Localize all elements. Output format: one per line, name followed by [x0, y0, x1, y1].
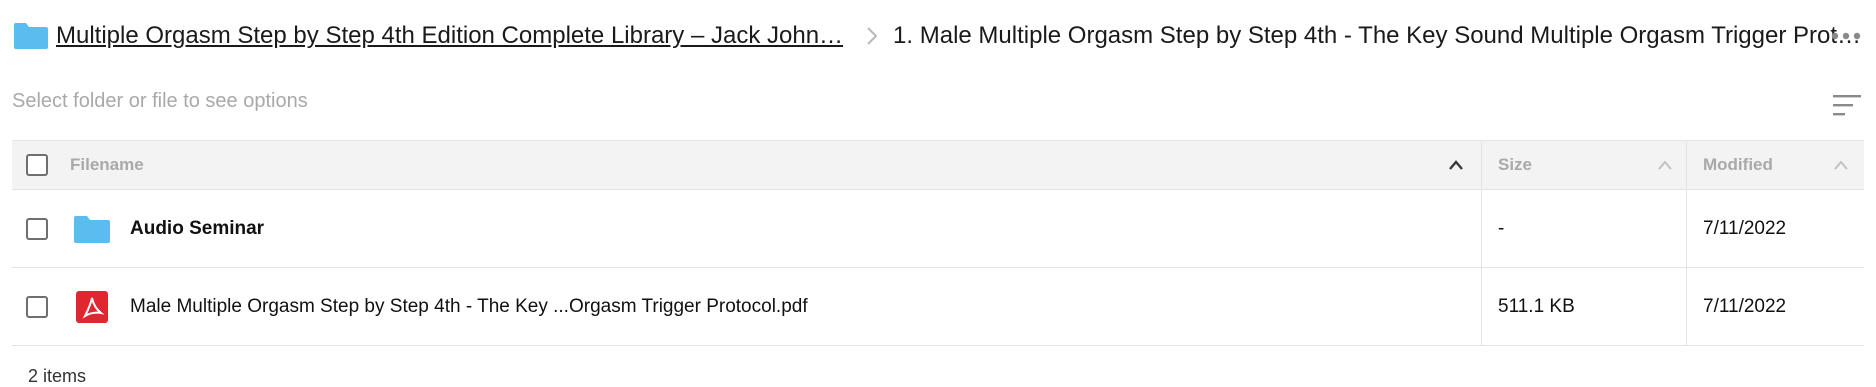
sort-button[interactable] — [1831, 92, 1863, 118]
selection-hint: Select folder or file to see options — [12, 90, 308, 112]
column-header-size[interactable]: Size — [1482, 141, 1687, 189]
row-size: 511.1 KB — [1498, 295, 1575, 317]
folder-icon — [72, 211, 112, 247]
row-filename[interactable]: Male Multiple Orgasm Step by Step 4th - … — [130, 296, 808, 318]
chevron-right-icon — [865, 25, 879, 47]
select-all-checkbox[interactable] — [26, 154, 48, 176]
breadcrumb-root-link[interactable]: Multiple Orgasm Step by Step 4th Edition… — [12, 21, 843, 51]
more-horizontal-icon — [1831, 32, 1861, 40]
sort-lines-icon — [1833, 95, 1861, 116]
pdf-icon — [72, 289, 112, 325]
breadcrumb-current: 1. Male Multiple Orgasm Step by Step 4th… — [893, 22, 1862, 49]
column-header-filename[interactable]: Filename — [62, 141, 1482, 189]
column-label-modified: Modified — [1703, 155, 1773, 174]
table-header: Filename Size Modified — [12, 140, 1864, 190]
table-row[interactable]: Male Multiple Orgasm Step by Step 4th - … — [12, 268, 1864, 346]
table-row[interactable]: Audio Seminar - 7/11/2022 — [12, 190, 1864, 268]
more-options-button[interactable] — [1828, 22, 1864, 50]
column-label-size: Size — [1498, 155, 1533, 174]
chevron-up-icon[interactable] — [1832, 157, 1850, 173]
row-modified: 7/11/2022 — [1703, 217, 1787, 239]
row-filename[interactable]: Audio Seminar — [130, 218, 264, 240]
folder-icon — [14, 23, 48, 49]
column-label-filename: Filename — [70, 155, 144, 174]
chevron-up-icon[interactable] — [1656, 157, 1674, 173]
file-table: Filename Size Modified Audio Seminar - 7… — [12, 140, 1864, 346]
column-header-modified[interactable]: Modified — [1687, 141, 1864, 189]
chevron-up-icon[interactable] — [1447, 157, 1465, 173]
row-checkbox[interactable] — [26, 217, 48, 240]
row-modified: 7/11/2022 — [1703, 295, 1787, 317]
row-size: - — [1498, 217, 1505, 239]
row-checkbox[interactable] — [26, 295, 48, 318]
item-count: 2 items — [28, 366, 87, 386]
breadcrumb-root-label[interactable]: Multiple Orgasm Step by Step 4th Edition… — [56, 22, 843, 50]
breadcrumb: Multiple Orgasm Step by Step 4th Edition… — [12, 16, 1864, 56]
